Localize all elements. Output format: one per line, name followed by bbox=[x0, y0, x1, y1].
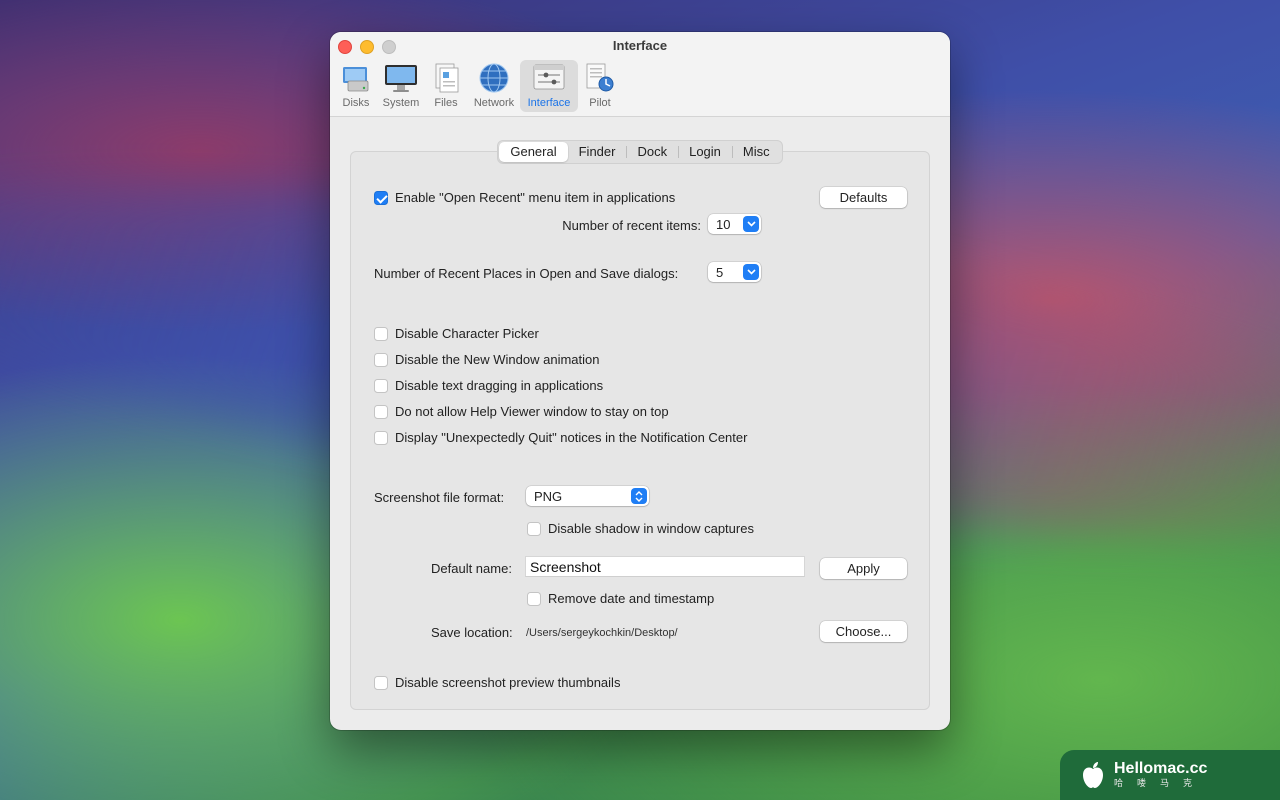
option-row: Disable Character Picker bbox=[374, 326, 539, 341]
recent-items-select[interactable]: 10 bbox=[708, 214, 761, 234]
disable-thumbnails-row: Disable screenshot preview thumbnails bbox=[374, 675, 620, 690]
toolbar-item-network[interactable]: Network bbox=[468, 60, 520, 112]
option-label: Disable Character Picker bbox=[395, 326, 539, 341]
watermark-subtitle: 哈喽马克 bbox=[1114, 778, 1207, 788]
tab-misc[interactable]: Misc bbox=[731, 142, 781, 162]
disable-character-picker-checkbox[interactable] bbox=[374, 326, 388, 341]
tab-dock[interactable]: Dock bbox=[626, 142, 678, 162]
globe-icon bbox=[479, 63, 509, 93]
toolbar-label: System bbox=[382, 97, 420, 109]
choose-button[interactable]: Choose... bbox=[820, 621, 907, 642]
option-label: Disable the New Window animation bbox=[395, 352, 600, 367]
recent-places-label: Number of Recent Places in Open and Save… bbox=[374, 266, 679, 281]
toolbar-item-files[interactable]: Files bbox=[424, 60, 468, 112]
apply-button[interactable]: Apply bbox=[820, 558, 907, 579]
disable-shadow-checkbox[interactable] bbox=[527, 521, 541, 536]
disable-thumbnails-checkbox[interactable] bbox=[374, 675, 388, 690]
interface-icon bbox=[533, 64, 565, 90]
updown-chevron-icon bbox=[631, 488, 647, 504]
option-row: Display "Unexpectedly Quit" notices in t… bbox=[374, 430, 747, 445]
title-bar: Interface Disks System Files Network Int… bbox=[330, 32, 950, 117]
tab-bar: General Finder Dock Login Misc bbox=[497, 140, 783, 164]
recent-items-label: Number of recent items: bbox=[562, 218, 701, 233]
tab-login[interactable]: Login bbox=[678, 142, 732, 162]
save-location-path: /Users/sergeykochkin/Desktop/ bbox=[526, 627, 678, 639]
disable-shadow-row: Disable shadow in window captures bbox=[527, 521, 754, 536]
open-recent-row: Enable "Open Recent" menu item in applic… bbox=[374, 190, 675, 205]
save-location-label: Save location: bbox=[431, 625, 513, 640]
toolbar-label: Files bbox=[434, 97, 458, 109]
option-row: Disable text dragging in applications bbox=[374, 378, 603, 393]
recent-places-select[interactable]: 5 bbox=[708, 262, 761, 282]
remove-timestamp-checkbox[interactable] bbox=[527, 591, 541, 606]
pilot-icon bbox=[586, 63, 614, 92]
disks-icon bbox=[343, 67, 369, 92]
open-recent-label: Enable "Open Recent" menu item in applic… bbox=[395, 190, 676, 205]
watermark-title: Hellomac.cc bbox=[1114, 760, 1208, 777]
files-icon bbox=[435, 63, 459, 93]
window-title: Interface bbox=[612, 38, 668, 53]
chevron-down-icon bbox=[743, 264, 759, 280]
screenshot-format-label: Screenshot file format: bbox=[374, 490, 505, 505]
app-window: Interface Disks System Files Network Int… bbox=[330, 32, 950, 730]
toolbar-label: Network bbox=[473, 97, 515, 109]
option-label: Display "Unexpectedly Quit" notices in t… bbox=[395, 430, 748, 445]
option-row: Disable the New Window animation bbox=[374, 352, 599, 367]
tab-bar-wrapper: General Finder Dock Login Misc bbox=[330, 140, 950, 164]
option-row: Do not allow Help Viewer window to stay … bbox=[374, 404, 669, 419]
toolbar-item-interface[interactable]: Interface bbox=[520, 60, 578, 112]
option-label: Do not allow Help Viewer window to stay … bbox=[395, 404, 669, 419]
preferences-toolbar: Disks System Files Network Interface Pil… bbox=[334, 60, 622, 112]
toolbar-label: Disks bbox=[342, 97, 370, 109]
toolbar-item-disks[interactable]: Disks bbox=[334, 60, 378, 112]
chevron-down-icon bbox=[743, 216, 759, 232]
open-recent-checkbox[interactable] bbox=[374, 190, 388, 205]
remove-timestamp-row: Remove date and timestamp bbox=[527, 591, 714, 606]
watermark-badge: Hellomac.cc 哈喽马克 bbox=[1060, 750, 1280, 800]
recent-places-value: 5 bbox=[716, 264, 724, 280]
disable-text-dragging-checkbox[interactable] bbox=[374, 378, 388, 393]
toolbar-label: Interface bbox=[527, 97, 571, 109]
recent-items-value: 10 bbox=[716, 216, 731, 232]
disable-thumbnails-label: Disable screenshot preview thumbnails bbox=[395, 675, 621, 690]
option-label: Disable text dragging in applications bbox=[395, 378, 604, 393]
remove-timestamp-label: Remove date and timestamp bbox=[548, 591, 715, 606]
apple-logo-icon bbox=[1083, 762, 1103, 788]
unexpectedly-quit-notices-checkbox[interactable] bbox=[374, 430, 388, 445]
screenshot-format-select[interactable]: PNG bbox=[526, 486, 649, 506]
toolbar-item-system[interactable]: System bbox=[378, 60, 424, 112]
defaults-button[interactable]: Defaults bbox=[820, 187, 907, 208]
default-name-label: Default name: bbox=[431, 561, 512, 576]
tab-general[interactable]: General bbox=[499, 142, 568, 162]
toolbar-item-pilot[interactable]: Pilot bbox=[578, 60, 622, 112]
disable-new-window-animation-checkbox[interactable] bbox=[374, 352, 388, 367]
screenshot-format-value: PNG bbox=[534, 488, 563, 504]
toolbar-label: Pilot bbox=[589, 97, 611, 109]
disable-shadow-label: Disable shadow in window captures bbox=[548, 521, 754, 536]
tab-finder[interactable]: Finder bbox=[568, 142, 627, 162]
monitor-icon bbox=[385, 65, 417, 92]
help-viewer-on-top-checkbox[interactable] bbox=[374, 404, 388, 419]
default-name-input[interactable]: Screenshot bbox=[525, 556, 805, 577]
